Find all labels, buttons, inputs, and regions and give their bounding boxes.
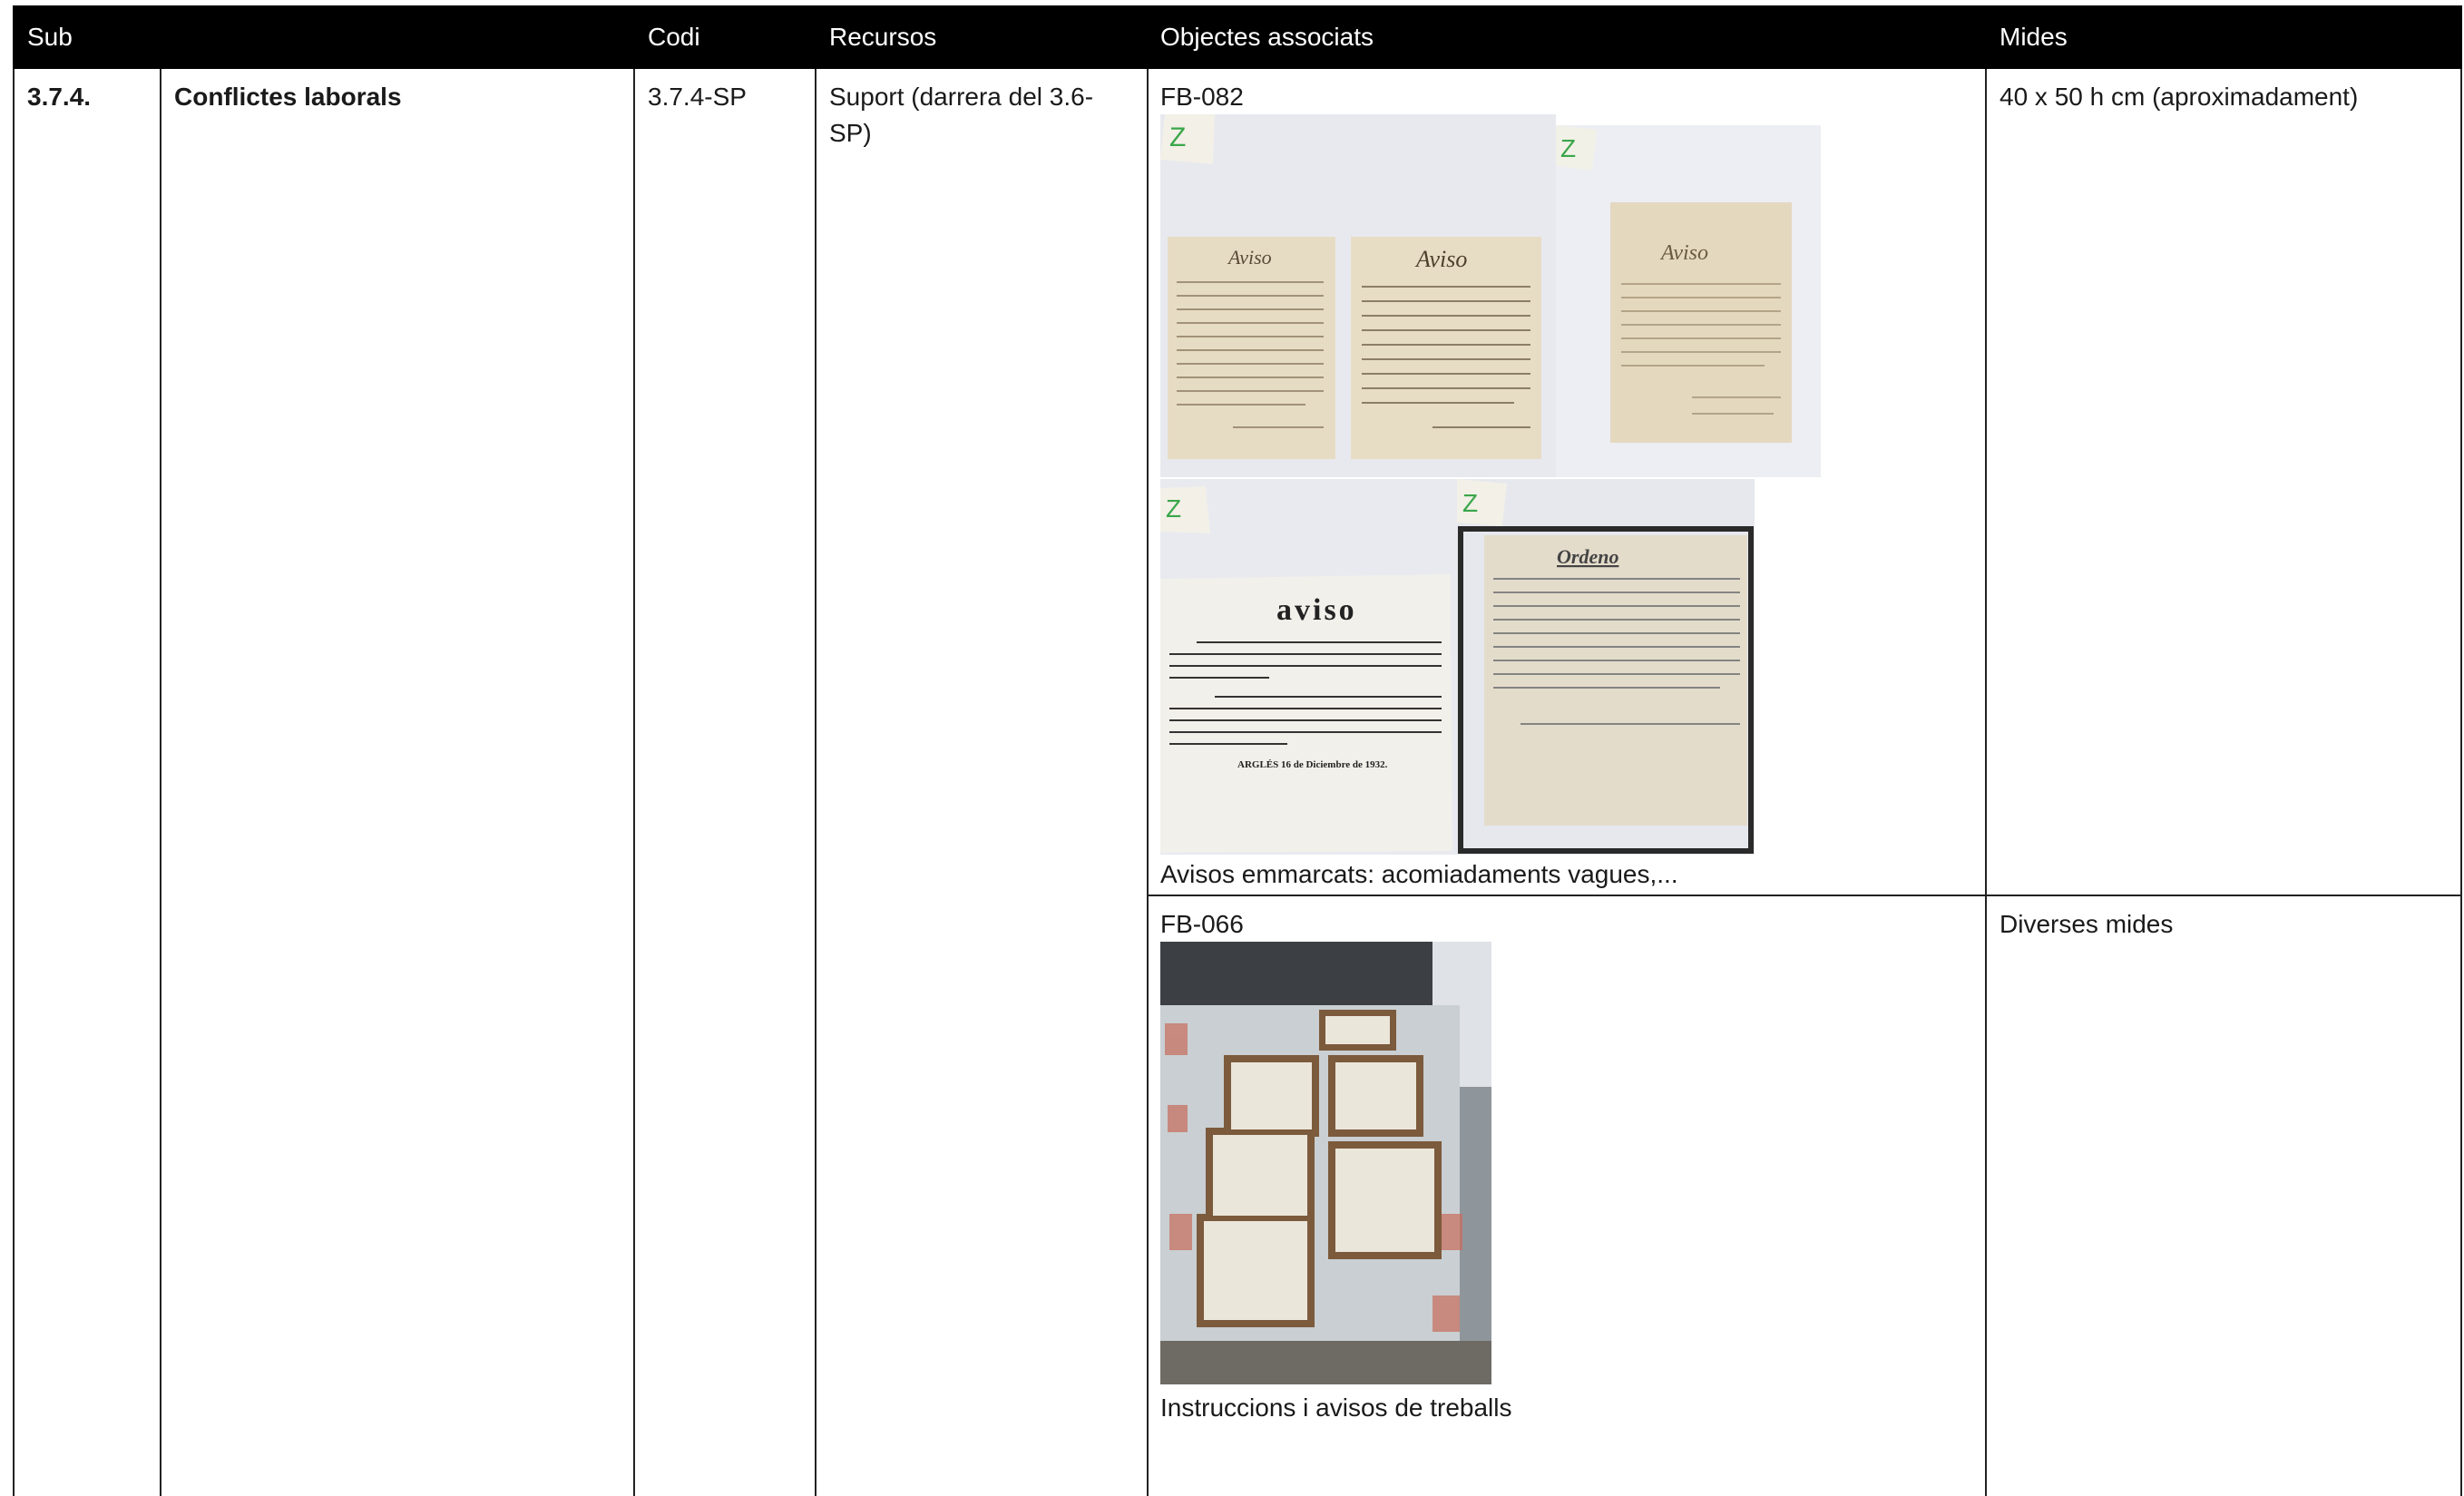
photo-tag: Z xyxy=(1169,122,1186,152)
notice-title: Aviso xyxy=(1227,246,1272,269)
catalog-table: Sub Codi Recursos Objectes associats Mid… xyxy=(13,5,2462,1496)
photo-tag: Z xyxy=(1462,489,1478,517)
section-title: Conflictes laborals xyxy=(174,83,402,111)
photo-tag: Z xyxy=(1166,494,1181,523)
photo-two-notices: Z Aviso Aviso xyxy=(1160,114,1556,477)
notice-title: Ordeno xyxy=(1557,545,1618,568)
photo-framed-notice: Z Ordeno xyxy=(1457,479,1755,855)
photo-framed-notices-on-table xyxy=(1160,942,1491,1384)
code-value: 3.7.4-SP xyxy=(648,83,747,111)
column-divider xyxy=(633,69,635,1496)
column-divider xyxy=(160,69,161,1496)
resource-value: Suport (darrera del 3.6-SP) xyxy=(829,83,1094,147)
object-caption: Instruccions i avisos de treballs xyxy=(1160,1393,1512,1422)
column-divider xyxy=(815,69,816,1496)
column-divider xyxy=(1147,69,1149,1496)
notice-title: Aviso xyxy=(1659,241,1708,265)
header-recursos: Recursos xyxy=(829,23,937,51)
column-divider xyxy=(1985,69,1987,1496)
object-size: Diverses mides xyxy=(2000,910,2174,938)
photo-single-notice: Z Aviso xyxy=(1556,125,1821,477)
header-codi: Codi xyxy=(648,23,700,51)
photo-printed-notice: Z aviso ARGLÉS 16 de Diciembre de 1932. xyxy=(1160,479,1457,855)
header-mides: Mides xyxy=(2000,23,2068,51)
notice-title: Aviso xyxy=(1414,246,1467,272)
sub-number: 3.7.4. xyxy=(27,83,92,111)
notice-footer: ARGLÉS 16 de Diciembre de 1932. xyxy=(1237,759,1388,770)
table-header: Sub Codi Recursos Objectes associats Mid… xyxy=(13,5,2462,69)
table-border-left xyxy=(13,69,15,1496)
header-objectes: Objectes associats xyxy=(1160,23,1374,51)
object-size: 40 x 50 h cm (aproximadament) xyxy=(2000,83,2359,111)
table-border-right xyxy=(2460,69,2462,1496)
photo-tag: Z xyxy=(1560,134,1576,162)
object-caption: Avisos emmarcats: acomiadaments vagues,.… xyxy=(1160,860,1678,888)
object-id: FB-066 xyxy=(1160,910,1244,938)
row-divider xyxy=(1147,895,2462,896)
notice-title: aviso xyxy=(1276,593,1357,627)
object-id: FB-082 xyxy=(1160,83,1244,111)
header-sub: Sub xyxy=(27,23,73,51)
